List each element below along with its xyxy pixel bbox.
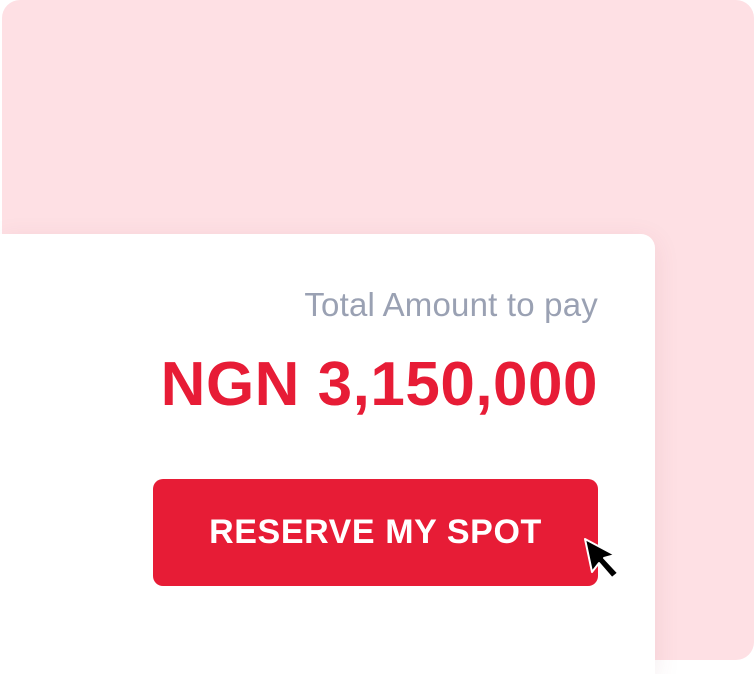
pointer-cursor-icon (584, 538, 619, 579)
reserve-my-spot-button[interactable]: RESERVE MY SPOT (153, 479, 598, 586)
total-amount-label: Total Amount to pay (304, 286, 598, 323)
payment-summary-card: Total Amount to pay NGN 3,150,000 RESERV… (0, 234, 655, 674)
total-amount-value: NGN 3,150,000 (160, 350, 598, 419)
